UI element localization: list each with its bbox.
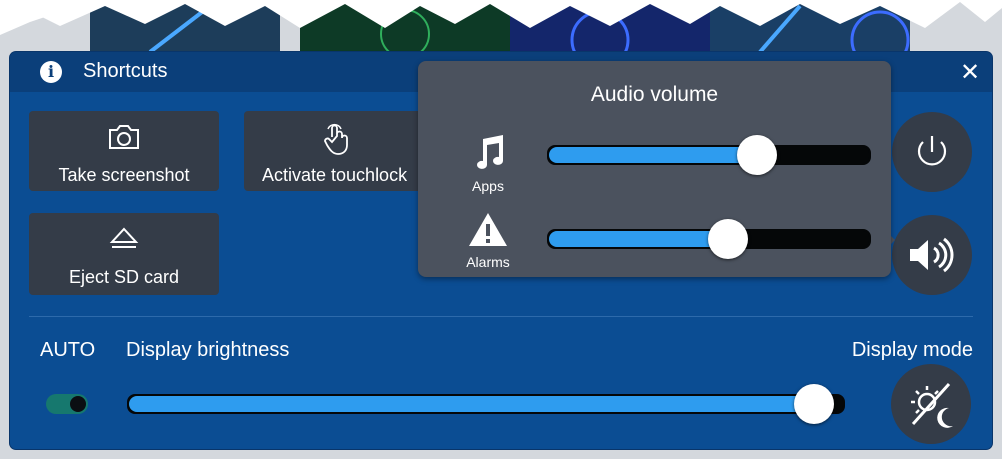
activate-touchlock-label: Activate touchlock bbox=[262, 165, 408, 185]
eject-sd-card-label: Eject SD card bbox=[68, 267, 180, 287]
toggle-knob bbox=[70, 396, 86, 412]
volume-button[interactable] bbox=[892, 215, 972, 295]
panel-title: Shortcuts bbox=[83, 60, 168, 82]
alarms-label: Alarms bbox=[466, 254, 510, 270]
power-button[interactable] bbox=[892, 112, 972, 192]
camera-icon bbox=[29, 123, 219, 153]
display-mode-button[interactable] bbox=[891, 364, 971, 444]
apps-volume-thumb[interactable] bbox=[737, 135, 777, 175]
auto-label: AUTO bbox=[40, 339, 96, 361]
warning-icon bbox=[469, 213, 507, 246]
alarms-volume-thumb[interactable] bbox=[708, 219, 748, 259]
brightness-slider[interactable] bbox=[127, 384, 845, 424]
divider bbox=[29, 316, 973, 317]
take-screenshot-label: Take screenshot bbox=[58, 165, 190, 185]
eject-sd-card-button[interactable]: Eject SD card bbox=[29, 213, 219, 295]
audio-volume-title: Audio volume bbox=[590, 83, 719, 106]
display-mode-label: Display mode bbox=[851, 339, 973, 361]
power-icon bbox=[917, 136, 947, 166]
music-note-icon bbox=[477, 135, 503, 169]
apps-label: Apps bbox=[472, 178, 504, 194]
brightness-slider-fill bbox=[129, 396, 814, 412]
activate-touchlock-button[interactable]: Activate touchlock bbox=[244, 111, 428, 191]
apps-volume-fill bbox=[549, 147, 757, 163]
apps-volume-slider[interactable] bbox=[547, 135, 871, 175]
touch-hand-icon bbox=[244, 123, 428, 155]
speaker-icon bbox=[910, 237, 954, 273]
screen: i Shortcuts ✕ Take screenshot Activate t… bbox=[0, 0, 1002, 459]
audio-volume-popup: Audio volume Apps Alarms bbox=[418, 61, 891, 277]
eject-icon bbox=[29, 225, 219, 255]
auto-brightness-toggle[interactable] bbox=[46, 394, 88, 414]
info-icon: i bbox=[40, 61, 62, 83]
display-brightness-label: Display brightness bbox=[126, 339, 290, 361]
alarms-volume-control: Alarms bbox=[458, 211, 518, 270]
close-button[interactable]: ✕ bbox=[958, 60, 982, 84]
alarms-volume-fill bbox=[549, 231, 728, 247]
brightness-slider-thumb[interactable] bbox=[794, 384, 834, 424]
day-night-icon bbox=[911, 382, 953, 428]
take-screenshot-button[interactable]: Take screenshot bbox=[29, 111, 219, 191]
apps-volume-control: Apps bbox=[458, 135, 518, 194]
alarms-volume-slider[interactable] bbox=[547, 219, 871, 259]
